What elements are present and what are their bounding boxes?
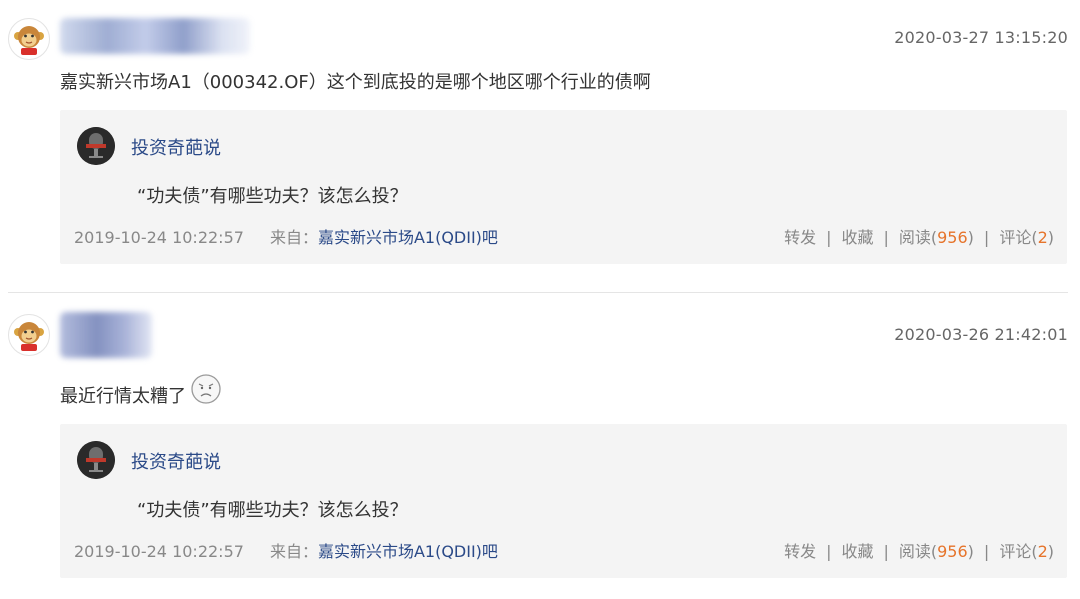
comment-post: 2020-03-26 21:42:01 最近行情太糟了 投资奇葩说 “功夫债”有…	[0, 310, 1080, 599]
comment-count: 2	[1037, 228, 1048, 247]
read-count: 956	[937, 542, 968, 561]
favorite-button[interactable]: 收藏	[841, 224, 873, 248]
article-meta: 2019-10-24 10:22:57 来自： 嘉实新兴市场A1(QDII)吧	[74, 538, 498, 562]
monkey-avatar-icon	[14, 26, 44, 55]
comment-label: 评论(	[999, 228, 1038, 247]
author-avatar[interactable]	[77, 441, 115, 479]
read-label: 阅读(	[898, 542, 938, 561]
article-author-link[interactable]: 投资奇葩说	[131, 448, 221, 474]
action-separator: |	[983, 542, 990, 561]
user-avatar[interactable]	[8, 18, 50, 60]
shared-article-card[interactable]: 投资奇葩说 “功夫债”有哪些功夫？该怎么投？ 2019-10-24 10:22:…	[60, 424, 1067, 578]
article-title[interactable]: “功夫债”有哪些功夫？该怎么投？	[137, 182, 408, 208]
article-date: 2019-10-24 10:22:57	[74, 228, 244, 247]
comment-label: 评论(	[999, 542, 1038, 561]
action-separator: |	[826, 542, 832, 561]
post-timestamp: 2020-03-27 13:15:20	[894, 28, 1068, 47]
read-count-button[interactable]: 阅读(956)	[899, 224, 974, 248]
article-date: 2019-10-24 10:22:57	[74, 542, 244, 561]
action-separator: |	[826, 228, 832, 247]
article-actions: 转发 | 收藏 | 阅读(956) | 评论(2)	[784, 224, 1054, 248]
action-separator: |	[883, 542, 889, 561]
read-count-button[interactable]: 阅读(956)	[899, 538, 974, 562]
monkey-avatar-icon	[14, 322, 44, 351]
author-avatar[interactable]	[77, 127, 115, 165]
read-label: 阅读(	[898, 228, 938, 247]
favorite-button[interactable]: 收藏	[841, 538, 873, 562]
close-paren: )	[1047, 542, 1054, 561]
article-title[interactable]: “功夫债”有哪些功夫？该怎么投？	[137, 496, 408, 522]
microphone-logo-icon	[77, 127, 115, 165]
repost-button[interactable]: 转发	[784, 224, 816, 248]
source-prefix: 来自：	[269, 228, 318, 247]
post-timestamp: 2020-03-26 21:42:01	[894, 325, 1068, 344]
post-divider	[8, 292, 1068, 293]
comment-post: 2020-03-27 13:15:20 嘉实新兴市场A1（000342.OF）这…	[0, 0, 1080, 293]
post-text-row: 最近行情太糟了	[60, 374, 222, 408]
comment-count: 2	[1037, 542, 1048, 561]
post-text: 最近行情太糟了	[60, 386, 186, 407]
close-paren: )	[967, 228, 974, 247]
frown-face-icon	[191, 374, 221, 404]
comment-button[interactable]: 评论(2)	[999, 538, 1054, 562]
post-text: 嘉实新兴市场A1（000342.OF）这个到底投的是哪个地区哪个行业的债啊	[60, 72, 651, 93]
username-blurred[interactable]	[60, 312, 152, 358]
close-paren: )	[967, 542, 974, 561]
comment-button[interactable]: 评论(2)	[999, 224, 1054, 248]
close-paren: )	[1047, 228, 1054, 247]
article-meta: 2019-10-24 10:22:57 来自： 嘉实新兴市场A1(QDII)吧	[74, 224, 498, 248]
shared-article-card[interactable]: 投资奇葩说 “功夫债”有哪些功夫？该怎么投？ 2019-10-24 10:22:…	[60, 110, 1067, 264]
action-separator: |	[883, 228, 889, 247]
source-link[interactable]: 嘉实新兴市场A1(QDII)吧	[318, 538, 498, 562]
username-blurred[interactable]	[60, 18, 250, 54]
action-separator: |	[983, 228, 990, 247]
read-count: 956	[937, 228, 968, 247]
microphone-logo-icon	[77, 441, 115, 479]
source-prefix: 来自：	[269, 542, 318, 561]
user-avatar[interactable]	[8, 314, 50, 356]
article-author-link[interactable]: 投资奇葩说	[131, 134, 221, 160]
source-link[interactable]: 嘉实新兴市场A1(QDII)吧	[318, 224, 498, 248]
repost-button[interactable]: 转发	[784, 538, 816, 562]
article-actions: 转发 | 收藏 | 阅读(956) | 评论(2)	[784, 538, 1054, 562]
